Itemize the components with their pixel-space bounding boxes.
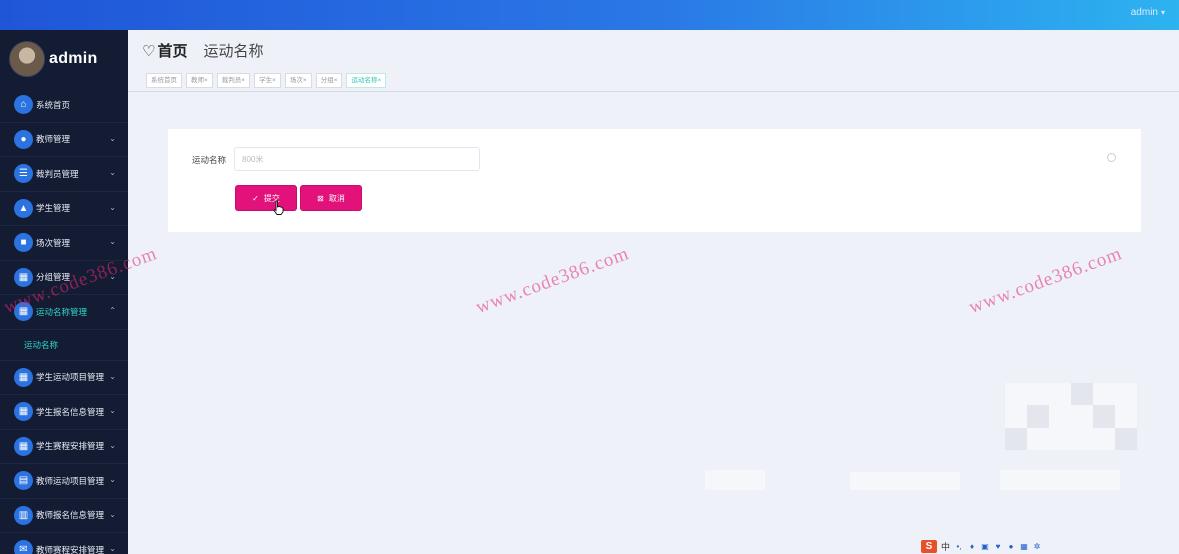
sidebar-item[interactable]: ✉ 教师赛程安排管理 ⌄ — [0, 533, 128, 554]
page-header: ♡ 首页 运动名称 系统首页 教师× 裁判员× 学生× 场次× 分组× 运动名称× — [128, 30, 1179, 92]
chevron-down-icon: ▾ — [1160, 8, 1165, 17]
chevron-down-icon: ⌄ — [109, 406, 116, 415]
breadcrumb: ♡ 首页 运动名称 — [142, 40, 263, 61]
chevron-down-icon: ⌄ — [109, 475, 116, 484]
sidebar-item[interactable]: ● 教师管理 ⌄ — [0, 123, 128, 157]
sidebar-item-label: 教师管理 — [36, 134, 71, 145]
sidebar-item[interactable]: ▲ 学生管理 ⌄ — [0, 192, 128, 226]
sidebar-item[interactable]: ☰ 裁判员管理 ⌄ — [0, 157, 128, 192]
sidebar-brand: admin — [0, 30, 128, 88]
mail-icon: ✉ — [14, 540, 33, 554]
ime-toolbar: S 中 •, ♦ ▣ ♥ ● ▦ ✲ — [921, 539, 1063, 554]
watermark: www.code386.com — [473, 243, 633, 319]
tag-bar: 系统首页 教师× 裁判员× 学生× 场次× 分组× 运动名称× — [146, 73, 390, 88]
submenu-item[interactable]: 运动名称 — [0, 330, 128, 361]
sidebar-item-label: 学生管理 — [36, 203, 71, 214]
microphone-icon[interactable]: ♦ — [967, 542, 977, 552]
cancel-button[interactable]: ⊠ 取消 — [301, 186, 361, 210]
chevron-down-icon: ⌄ — [109, 440, 116, 450]
tab-tag[interactable]: 裁判员× — [216, 73, 251, 88]
sidebar-item-label: 裁判员管理 — [36, 168, 79, 179]
tab-tag[interactable]: 系统首页 — [146, 73, 182, 88]
apps-icon[interactable]: ▦ — [1019, 542, 1029, 552]
user-name: admin — [1130, 7, 1158, 18]
top-bar: admin ▾ — [0, 0, 1179, 30]
grid-icon: ▦ — [14, 436, 33, 456]
tab-tag[interactable]: 分组× — [315, 73, 343, 88]
sidebar-item-label: 教师运动项目管理 — [36, 475, 105, 486]
sidebar-item-label: 场次管理 — [36, 237, 71, 248]
user-icon: ● — [14, 129, 33, 149]
check-icon: ✓ — [252, 193, 259, 203]
student-icon: ▲ — [14, 198, 33, 218]
settings-icon[interactable] — [1107, 153, 1116, 162]
tab-tag[interactable]: 学生× — [254, 73, 281, 88]
submit-button[interactable]: ✓ 提交 — [236, 186, 296, 210]
sidebar-item[interactable]: ▤ 教师运动项目管理 ⌄ — [0, 464, 128, 499]
session-icon: ■ — [14, 233, 33, 253]
list-icon: ☰ — [14, 164, 33, 184]
chevron-down-icon: ⌄ — [109, 133, 116, 143]
cancel-label: 取消 — [328, 193, 345, 203]
grid-icon: ▦ — [14, 367, 33, 387]
grid-icon: ▦ — [14, 402, 33, 422]
sport-name-label: 运动名称 — [192, 155, 227, 165]
keyboard-icon[interactable]: ▣ — [980, 542, 990, 552]
sidebar-item-label: 学生赛程安排管理 — [36, 441, 105, 452]
form-card: 运动名称 ✓提交 ⊠ 取消 — [168, 129, 1141, 232]
sidebar-item-label: 系统首页 — [36, 99, 71, 110]
sidebar-item-label: 运动名称管理 — [36, 306, 88, 317]
tab-tag[interactable]: 场次× — [284, 73, 312, 88]
chevron-down-icon: ⌄ — [109, 371, 116, 381]
cancel-icon: ⊠ — [317, 193, 324, 203]
sidebar-item-label: 教师赛程安排管理 — [36, 544, 105, 554]
user-menu[interactable]: admin ▾ — [1131, 7, 1165, 18]
sogou-logo-icon[interactable]: S — [921, 540, 937, 553]
sidebar-item[interactable]: ▦ 学生赛程安排管理 ⌄ — [0, 430, 128, 464]
watermark: www.code386.com — [966, 243, 1126, 319]
punctuation-icon[interactable]: •, — [954, 542, 964, 552]
chevron-down-icon: ⌄ — [109, 237, 116, 246]
sidebar-item[interactable]: ■ 场次管理 ⌄ — [0, 226, 128, 261]
skin-icon[interactable]: ♥ — [993, 542, 1003, 552]
ime-language[interactable]: 中 — [941, 540, 950, 553]
brand-name: admin — [49, 50, 98, 67]
settings-icon[interactable]: ✲ — [1032, 542, 1042, 552]
cursor-hand-icon — [273, 200, 284, 215]
sidebar-item[interactable]: ⌂ 系统首页 — [0, 88, 128, 123]
sidebar-item-label: 学生报名信息管理 — [36, 406, 105, 417]
breadcrumb-home[interactable]: 首页 — [157, 40, 187, 61]
chevron-down-icon: ⌄ — [109, 544, 116, 553]
sidebar-item[interactable]: ▦ 学生运动项目管理 ⌄ — [0, 361, 128, 395]
chevron-down-icon: ⌄ — [109, 509, 116, 519]
heart-icon: ♡ — [142, 42, 156, 60]
tab-tag[interactable]: 教师× — [186, 73, 213, 88]
chevron-up-icon: ⌃ — [109, 306, 116, 315]
chevron-down-icon: ⌄ — [109, 168, 116, 177]
sidebar-item-label: 教师报名信息管理 — [36, 510, 105, 521]
sidebar-item[interactable]: ▥ 教师报名信息管理 ⌄ — [0, 499, 128, 533]
sport-name-input[interactable] — [234, 147, 480, 171]
doc-icon: ▤ — [14, 471, 33, 491]
tab-tag[interactable]: 运动名称× — [346, 73, 387, 88]
avatar[interactable] — [9, 41, 45, 77]
game-icon[interactable]: ● — [1006, 542, 1016, 552]
sidebar-item[interactable]: ▦ 学生报名信息管理 ⌄ — [0, 395, 128, 430]
grid-icon: ▦ — [14, 267, 33, 287]
chart-icon: ▥ — [14, 505, 33, 525]
sidebar-menu: ⌂ 系统首页 ● 教师管理 ⌄ ☰ 裁判员管理 ⌄ ▲ 学生管理 ⌄ ■ 场次管理 ⌄ ▦ 分组管理 ⌄ ▦ 运动名… — [0, 88, 128, 554]
breadcrumb-current: 运动名称 — [203, 43, 264, 60]
sidebar-item-label: 学生运动项目管理 — [36, 372, 105, 383]
home-icon: ⌂ — [14, 95, 33, 115]
chevron-down-icon: ⌄ — [109, 202, 116, 212]
